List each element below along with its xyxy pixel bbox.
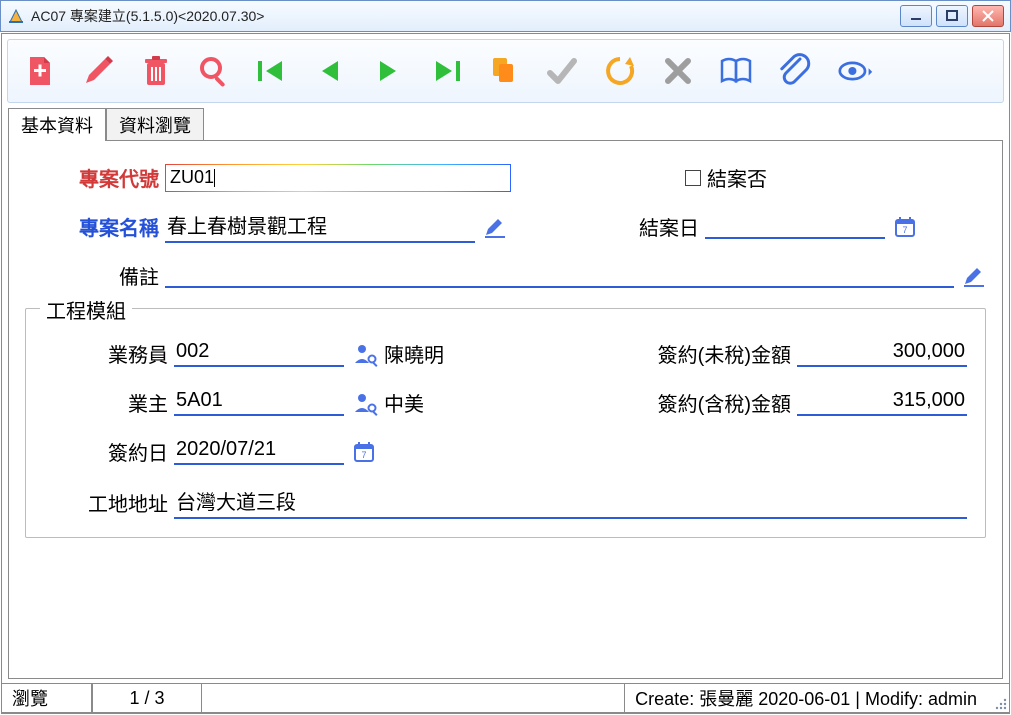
toolbar [7,39,1004,103]
amount-incl-label: 簽約(含稅)金額 [607,388,797,417]
tabs: 基本資料 資料瀏覽 [2,105,1009,140]
app-window: AC07 專案建立(5.1.5.0)<2020.07.30> [0,0,1011,715]
prev-button[interactable] [302,44,358,98]
last-button[interactable] [418,44,474,98]
owner-code-input[interactable]: 5A01 [174,389,344,416]
new-button[interactable] [12,44,68,98]
sales-label: 業務員 [44,339,174,368]
lookup-sales-icon[interactable] [352,341,384,367]
owner-label: 業主 [44,388,174,417]
client-area: 基本資料 資料瀏覽 專案代號 ZU01 結案否 [1,33,1010,714]
contract-date-input[interactable]: 2020/07/21 [174,438,344,465]
checkbox-icon [685,170,701,186]
edit-text-icon[interactable] [483,215,507,239]
site-address-input[interactable]: 台灣大道三段 [174,486,967,519]
svg-text:7: 7 [902,225,907,235]
group-legend: 工程模組 [40,295,132,324]
form-panel: 專案代號 ZU01 結案否 專案名稱 春上春樹景觀工程 [8,140,1003,679]
refresh-button[interactable] [592,44,648,98]
engineering-group: 工程模組 業務員 002 陳曉明 簽約(未稅)金額 300,000 業主 5A0… [25,308,986,538]
tab-browse[interactable]: 資料瀏覽 [106,108,204,141]
sales-name: 陳曉明 [384,339,534,368]
first-button[interactable] [244,44,300,98]
tab-basic[interactable]: 基本資料 [8,108,106,141]
copy-button[interactable] [476,44,532,98]
search-button[interactable] [186,44,242,98]
maximize-button[interactable] [936,5,968,27]
project-code-label: 專案代號 [25,163,165,192]
close-date-label: 結案日 [585,212,705,241]
owner-name: 中美 [384,388,534,417]
amount-excl-input[interactable]: 300,000 [797,340,967,367]
remark-input[interactable] [165,264,954,288]
manual-button[interactable] [708,44,764,98]
status-mode: 瀏覽 [2,684,92,713]
closed-checkbox[interactable]: 結案否 [685,163,767,192]
resize-grip[interactable] [987,684,1009,713]
svg-text:7: 7 [361,450,366,460]
app-icon [7,7,25,25]
window-title: AC07 專案建立(5.1.5.0)<2020.07.30> [31,6,900,26]
status-info: Create: 張曼麗 2020-06-01 | Modify: admin [624,684,987,713]
remark-label: 備註 [25,261,165,290]
amount-excl-label: 簽約(未稅)金額 [607,339,797,368]
project-name-input[interactable]: 春上春樹景觀工程 [165,210,475,243]
attachment-button[interactable] [766,44,822,98]
project-code-value: ZU01 [170,167,214,188]
cancel-button[interactable] [650,44,706,98]
edit-button[interactable] [70,44,126,98]
calendar-icon[interactable]: 7 [893,215,917,239]
status-page: 1 / 3 [92,684,202,713]
close-date-input[interactable] [705,215,885,239]
titlebar: AC07 專案建立(5.1.5.0)<2020.07.30> [0,0,1011,32]
amount-incl-input[interactable]: 315,000 [797,389,967,416]
confirm-button[interactable] [534,44,590,98]
view-button[interactable] [824,44,888,98]
project-name-label: 專案名稱 [25,212,165,241]
project-code-input[interactable]: ZU01 [165,164,511,192]
contract-date-label: 簽約日 [44,437,174,466]
closed-label: 結案否 [707,163,767,192]
next-button[interactable] [360,44,416,98]
close-button[interactable] [972,5,1004,27]
minimize-button[interactable] [900,5,932,27]
lookup-owner-icon[interactable] [352,390,384,416]
sales-code-input[interactable]: 002 [174,340,344,367]
edit-remark-icon[interactable] [962,264,986,288]
statusbar: 瀏覽 1 / 3 Create: 張曼麗 2020-06-01 | Modify… [2,683,1009,713]
contract-calendar-icon[interactable]: 7 [352,440,384,464]
delete-button[interactable] [128,44,184,98]
site-address-label: 工地地址 [44,488,174,517]
